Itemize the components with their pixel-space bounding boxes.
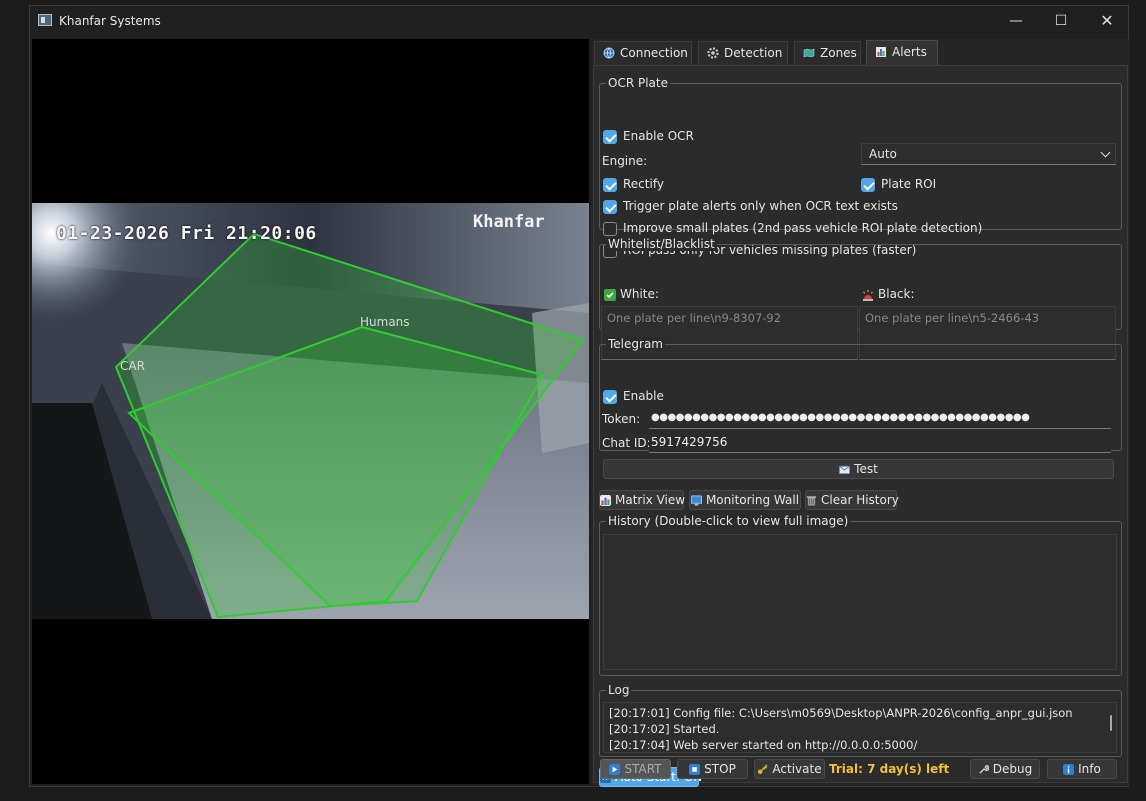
window-title: Khanfar Systems bbox=[59, 14, 161, 28]
token-input[interactable]: ●●●●●●●●●●●●●●●●●●●●●●●●●●●●●●●●●●●●●●●●… bbox=[649, 409, 1111, 429]
rectify-checkbox[interactable] bbox=[603, 178, 617, 192]
monitor-icon bbox=[690, 495, 702, 506]
plate-roi-checkbox[interactable] bbox=[861, 178, 875, 192]
enable-ocr-label: Enable OCR bbox=[623, 129, 694, 143]
chat-id-input[interactable]: 5917429756 bbox=[649, 433, 1111, 453]
plate-roi-label: Plate ROI bbox=[881, 177, 937, 191]
minimize-button[interactable]: — bbox=[993, 6, 1039, 36]
map-icon bbox=[803, 48, 815, 58]
activate-label: Activate bbox=[772, 762, 822, 776]
video-view[interactable]: 01-23-2026 Fri 21:20:06 Khanfar CAR Huma… bbox=[32, 39, 589, 784]
telegram-enable-checkbox[interactable] bbox=[603, 390, 617, 404]
trash-icon bbox=[806, 496, 817, 506]
start-label: START bbox=[624, 762, 662, 776]
stop-icon bbox=[689, 764, 701, 775]
envelope-icon bbox=[839, 465, 851, 475]
tab-connection[interactable]: Connection bbox=[594, 41, 692, 65]
log-line: [20:17:04] Web server started on http://… bbox=[609, 738, 918, 752]
settings-panel: Connection Detection Zones Alerts OCR Pl… bbox=[591, 39, 1130, 787]
activate-button[interactable]: Activate bbox=[754, 759, 825, 779]
log-group-title: Log bbox=[606, 683, 632, 697]
camera-scene bbox=[32, 203, 589, 619]
tab-zones[interactable]: Zones bbox=[794, 41, 861, 65]
black-label: Black: bbox=[878, 287, 915, 301]
enable-ocr-checkbox[interactable] bbox=[603, 130, 617, 144]
token-label: Token: bbox=[602, 412, 641, 426]
history-list[interactable] bbox=[603, 534, 1117, 670]
trigger-only-checkbox[interactable] bbox=[603, 200, 617, 214]
tab-label: Alerts bbox=[892, 45, 927, 59]
tab-label: Detection bbox=[724, 46, 783, 60]
engine-value: Auto bbox=[869, 147, 897, 161]
zone-label-car: CAR bbox=[120, 359, 145, 373]
telegram-group-title: Telegram bbox=[606, 337, 665, 351]
whitelist-placeholder: One plate per line\n9-8307-92 bbox=[607, 311, 782, 325]
check-icon bbox=[604, 289, 616, 301]
wrench-icon bbox=[979, 765, 989, 774]
telegram-enable-label: Enable bbox=[623, 389, 664, 403]
chart-icon bbox=[600, 495, 611, 506]
maximize-button[interactable]: ☐ bbox=[1038, 6, 1084, 36]
osd-timestamp: 01-23-2026 Fri 21:20:06 bbox=[56, 223, 317, 244]
clear-history-label: Clear History bbox=[821, 493, 899, 507]
log-scrollbar[interactable] bbox=[1110, 715, 1112, 731]
chart-icon bbox=[876, 47, 886, 57]
test-button[interactable]: Test bbox=[603, 459, 1114, 479]
chat-id-label: Chat ID: bbox=[602, 436, 651, 450]
debug-button[interactable]: Debug bbox=[970, 759, 1040, 779]
rectify-label: Rectify bbox=[623, 177, 664, 191]
title-bar[interactable]: Khanfar Systems — ☐ ✕ bbox=[30, 6, 1128, 38]
app-icon bbox=[38, 14, 52, 26]
monitoring-wall-label: Monitoring Wall bbox=[705, 493, 800, 507]
gear-icon bbox=[707, 47, 719, 59]
ocr-group-title: OCR Plate bbox=[606, 76, 670, 90]
stop-button[interactable]: STOP bbox=[677, 759, 748, 779]
engine-select[interactable]: Auto bbox=[861, 143, 1116, 165]
tab-label: Connection bbox=[620, 46, 688, 60]
blacklist-placeholder: One plate per line\n5-2466-43 bbox=[865, 311, 1040, 325]
improve-small-checkbox[interactable] bbox=[603, 222, 617, 236]
app-window: Khanfar Systems — ☐ ✕ 01-23-2026 Fri 21:… bbox=[29, 5, 1130, 787]
improve-small-label: Improve small plates (2nd pass vehicle R… bbox=[623, 221, 983, 235]
key-icon bbox=[758, 764, 769, 775]
osd-brand: Khanfar bbox=[473, 212, 545, 232]
log-line: [20:17:02] Started. bbox=[609, 722, 720, 736]
lists-group-title: Whitelist/Blacklist bbox=[606, 237, 717, 251]
debug-label: Debug bbox=[992, 762, 1033, 776]
tab-bar: Connection Detection Zones Alerts bbox=[591, 39, 1130, 66]
log-box[interactable]: [20:17:01] Config file: C:\Users\m0569\D… bbox=[603, 702, 1117, 753]
monitoring-wall-button[interactable]: Monitoring Wall bbox=[689, 490, 801, 510]
matrix-view-button[interactable]: Matrix View bbox=[599, 490, 686, 510]
info-label: Info bbox=[1078, 762, 1101, 776]
test-button-label: Test bbox=[854, 462, 878, 476]
engine-label: Engine: bbox=[602, 154, 648, 168]
white-label: White: bbox=[620, 287, 659, 301]
camera-frame: 01-23-2026 Fri 21:20:06 Khanfar CAR Huma… bbox=[32, 203, 589, 619]
chevron-down-icon bbox=[1100, 147, 1111, 158]
stop-label: STOP bbox=[704, 762, 736, 776]
tab-detection[interactable]: Detection bbox=[698, 41, 788, 65]
trial-status: Trial: 7 day(s) left bbox=[829, 762, 950, 776]
log-line: [20:17:01] Config file: C:\Users\m0569\D… bbox=[609, 706, 1073, 720]
play-icon bbox=[609, 764, 621, 775]
alerts-tab-content: OCR Plate Enable OCR Engine: Auto Rectif… bbox=[593, 65, 1128, 787]
info-button[interactable]: Info bbox=[1047, 759, 1117, 779]
matrix-view-label: Matrix View bbox=[615, 493, 686, 507]
info-icon bbox=[1063, 764, 1075, 775]
clear-history-button[interactable]: Clear History bbox=[805, 490, 899, 510]
trigger-only-label: Trigger plate alerts only when OCR text … bbox=[623, 199, 898, 213]
zone-label-humans: Humans bbox=[360, 315, 410, 329]
start-button[interactable]: START bbox=[600, 759, 671, 779]
globe-icon bbox=[603, 47, 615, 59]
close-button[interactable]: ✕ bbox=[1084, 6, 1130, 36]
history-group-title: History (Double-click to view full image… bbox=[606, 514, 851, 528]
alarm-light-icon bbox=[863, 290, 873, 301]
tab-label: Zones bbox=[820, 46, 857, 60]
tab-alerts[interactable]: Alerts bbox=[866, 40, 938, 66]
